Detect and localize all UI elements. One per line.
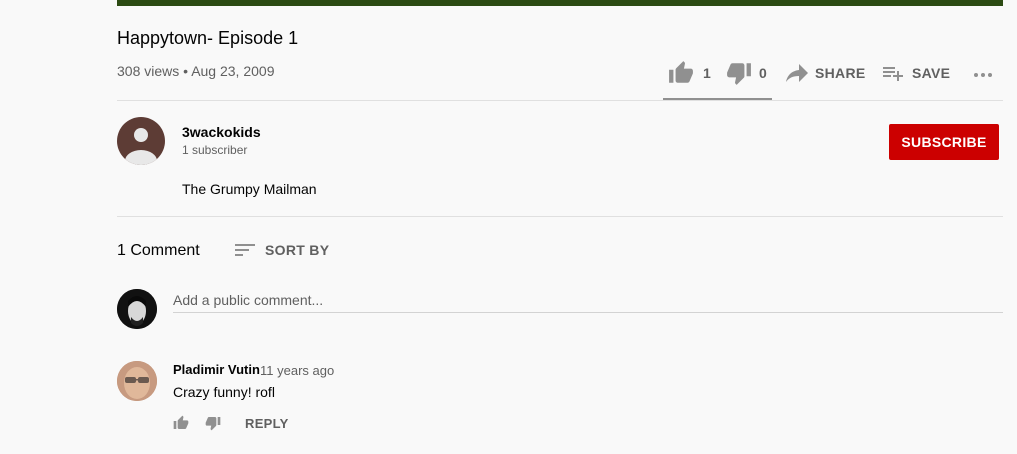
- video-title: Happytown- Episode 1: [117, 28, 299, 48]
- user-avatar[interactable]: [117, 289, 157, 329]
- add-comment-input[interactable]: [173, 288, 1003, 313]
- more-actions-button[interactable]: [971, 58, 995, 88]
- sort-icon: [235, 244, 255, 256]
- view-count: 308 views: [117, 63, 180, 79]
- comment-count: 1 Comment: [117, 242, 200, 259]
- dislike-button[interactable]: 0: [726, 58, 767, 88]
- meta-separator: •: [183, 63, 189, 79]
- thumbs-down-icon: [205, 417, 221, 431]
- more-horizontal-icon: [974, 73, 992, 77]
- video-player-bottom[interactable]: [117, 0, 1003, 6]
- comment-text: Crazy funny! rofl: [173, 384, 275, 400]
- save-button[interactable]: SAVE: [881, 58, 950, 88]
- reply-button[interactable]: REPLY: [245, 416, 289, 431]
- thumbs-up-icon: [669, 61, 693, 83]
- video-meta: 308 views • Aug 23, 2009: [117, 63, 274, 79]
- comment-dislike-button[interactable]: [205, 415, 221, 436]
- user-avatar-image: [117, 289, 157, 329]
- playlist-add-icon: [883, 67, 903, 81]
- like-button[interactable]: 1: [668, 58, 711, 88]
- upload-date: Aug 23, 2009: [191, 63, 275, 79]
- divider: [117, 216, 1003, 217]
- share-arrow-icon: [786, 64, 808, 82]
- video-description: The Grumpy Mailman: [182, 181, 317, 197]
- comment-timestamp[interactable]: 11 years ago: [260, 363, 334, 378]
- dislike-count: 0: [759, 65, 768, 81]
- sort-by-button[interactable]: SORT BY: [235, 241, 329, 259]
- sort-by-label: SORT BY: [265, 242, 330, 258]
- thumbs-down-icon: [727, 63, 751, 85]
- comment-author[interactable]: Pladimir Vutin: [173, 362, 260, 377]
- commenter-avatar-image: [117, 361, 157, 401]
- share-button[interactable]: SHARE: [785, 58, 866, 88]
- video-actions: 1 0 SHARE SAVE: [663, 58, 1003, 100]
- default-avatar-icon: [125, 128, 157, 165]
- comment-like-button[interactable]: [173, 415, 189, 436]
- commenter-avatar[interactable]: [117, 361, 157, 401]
- thumbs-up-icon: [173, 415, 189, 429]
- channel-avatar[interactable]: [117, 117, 165, 165]
- divider: [117, 100, 1003, 101]
- channel-name[interactable]: 3wackokids: [182, 124, 261, 140]
- save-label: SAVE: [912, 65, 951, 81]
- like-count: 1: [703, 65, 712, 81]
- share-label: SHARE: [815, 65, 866, 81]
- subscriber-count: 1 subscriber: [182, 143, 248, 157]
- subscribe-button[interactable]: SUBSCRIBE: [889, 124, 999, 160]
